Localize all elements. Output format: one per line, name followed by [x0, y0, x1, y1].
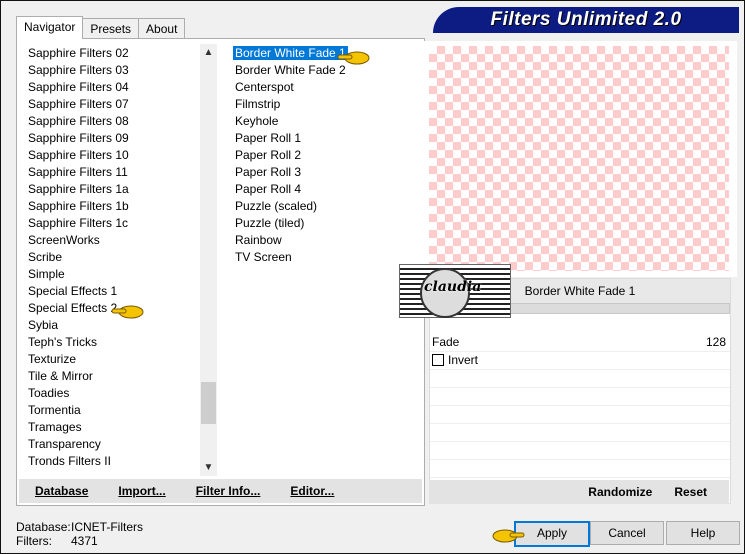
category-item[interactable]: ScreenWorks	[25, 232, 195, 249]
cancel-button[interactable]: Cancel	[590, 521, 664, 545]
fade-value[interactable]: 128	[706, 334, 726, 351]
filter-item[interactable]: Puzzle (tiled)	[232, 215, 417, 232]
category-item[interactable]: Teph's Tricks	[25, 334, 195, 351]
filter-item-selected[interactable]: Border White Fade 1	[232, 45, 417, 62]
empty-param-row	[430, 424, 730, 442]
filter-item-label: Border White Fade 1	[233, 46, 348, 60]
filter-item-label: Paper Roll 3	[235, 165, 302, 179]
navigator-panel: Sapphire Filters 02 Sapphire Filters 03 Sa…	[16, 38, 425, 506]
app-title: Filters Unlimited 2.0	[490, 9, 682, 30]
empty-param-row	[430, 442, 730, 460]
scroll-up-icon[interactable]: ▲	[200, 44, 217, 61]
category-item[interactable]: Sapphire Filters 04	[25, 79, 195, 96]
import-button[interactable]: Import...	[118, 484, 165, 498]
editor-button[interactable]: Editor...	[290, 484, 334, 498]
category-item[interactable]: Tormentia	[25, 402, 195, 419]
filter-item-label: Centerspot	[235, 80, 294, 94]
scroll-down-icon[interactable]: ▼	[200, 459, 217, 476]
scroll-thumb[interactable]	[201, 382, 216, 424]
filter-item[interactable]: TV Screen	[232, 249, 417, 266]
filter-item[interactable]: Keyhole	[232, 113, 417, 130]
fade-label: Fade	[432, 335, 460, 349]
filter-preview	[429, 46, 729, 271]
filter-list[interactable]: Border White Fade 1 Border White Fade 2 Ce…	[232, 45, 417, 266]
empty-param-row	[430, 370, 730, 388]
filter-item-label: Filmstrip	[235, 97, 281, 111]
pointing-hand-icon	[337, 51, 370, 65]
fade-row[interactable]: Fade 128	[430, 334, 730, 352]
invert-row[interactable]: Invert	[430, 352, 730, 370]
filter-item[interactable]: Centerspot	[232, 79, 417, 96]
filter-item-label: Paper Roll 4	[235, 182, 302, 196]
category-item[interactable]: Toadies	[25, 385, 195, 402]
filter-item[interactable]: Filmstrip	[232, 96, 417, 113]
filters-unlimited-window: Navigator Presets About Filters Unlimite…	[0, 0, 745, 554]
database-status-label: Database:	[16, 520, 71, 534]
title-banner: Filters Unlimited 2.0	[433, 7, 739, 33]
category-item[interactable]: Scribe	[25, 249, 195, 266]
filter-item-label: Border White Fade 2	[235, 63, 346, 77]
tab-strip: Navigator Presets About	[16, 16, 186, 39]
category-item[interactable]: Sapphire Filters 02	[25, 45, 195, 62]
filter-item[interactable]: Paper Roll 2	[232, 147, 417, 164]
category-item[interactable]: Transparency	[25, 436, 195, 453]
filters-status-value: 4371	[71, 534, 98, 548]
filter-item-label: Rainbow	[235, 233, 282, 247]
database-button[interactable]: Database	[35, 484, 88, 498]
filter-item[interactable]: Border White Fade 2	[232, 62, 417, 79]
category-item[interactable]: Tronds Filters II	[25, 453, 195, 470]
category-item[interactable]: Sapphire Filters 1c	[25, 215, 195, 232]
settings-button-bar: Randomize Reset	[429, 480, 729, 504]
category-scrollbar[interactable]: ▲ ▼	[200, 44, 217, 476]
filters-status-label: Filters:	[16, 534, 52, 548]
category-item[interactable]: Sapphire Filters 1a	[25, 181, 195, 198]
tab-about[interactable]: About	[138, 18, 186, 39]
invert-checkbox[interactable]	[432, 354, 444, 366]
category-item[interactable]: Tile & Mirror	[25, 368, 195, 385]
filter-item-label: Paper Roll 2	[235, 148, 302, 162]
category-item[interactable]: Special Effects 2	[25, 300, 195, 317]
pointing-hand-icon	[492, 529, 525, 543]
category-item[interactable]: Sapphire Filters 10	[25, 147, 195, 164]
filter-item[interactable]: Rainbow	[232, 232, 417, 249]
category-item[interactable]: Sapphire Filters 03	[25, 62, 195, 79]
category-item[interactable]: Simple	[25, 266, 195, 283]
empty-param-row	[430, 388, 730, 406]
category-item[interactable]: Sapphire Filters 09	[25, 130, 195, 147]
category-item[interactable]: Sapphire Filters 08	[25, 113, 195, 130]
claudia-logo: claudia	[399, 264, 511, 318]
category-item[interactable]: Sapphire Filters 1b	[25, 198, 195, 215]
filter-item-label: Keyhole	[235, 114, 279, 128]
filter-item-label: Puzzle (scaled)	[235, 199, 318, 213]
category-item[interactable]: Tramages	[25, 419, 195, 436]
filter-item-label: TV Screen	[235, 250, 292, 264]
category-item[interactable]: Sapphire Filters 11	[25, 164, 195, 181]
filter-info-button[interactable]: Filter Info...	[196, 484, 261, 498]
empty-param-row	[430, 460, 730, 478]
category-item[interactable]: Texturize	[25, 351, 195, 368]
category-list[interactable]: Sapphire Filters 02 Sapphire Filters 03 Sa…	[25, 45, 195, 470]
filter-item-label: Paper Roll 1	[235, 131, 302, 145]
logo-text: claudia	[424, 279, 482, 295]
invert-label: Invert	[448, 353, 479, 367]
tab-presets[interactable]: Presets	[82, 18, 140, 39]
status-area: Database: ICNET-Filters Filters: 4371	[16, 520, 143, 548]
filter-item[interactable]: Paper Roll 1	[232, 130, 417, 147]
apply-button[interactable]: Apply	[514, 521, 590, 547]
pointing-hand-icon	[111, 305, 144, 319]
filter-item[interactable]: Paper Roll 3	[232, 164, 417, 181]
help-button[interactable]: Help	[666, 521, 740, 545]
filter-item[interactable]: Paper Roll 4	[232, 181, 417, 198]
randomize-button[interactable]: Randomize	[588, 485, 652, 499]
database-status-value: ICNET-Filters	[71, 520, 143, 534]
filter-item[interactable]: Puzzle (scaled)	[232, 198, 417, 215]
reset-button[interactable]: Reset	[674, 485, 707, 499]
category-item[interactable]: Special Effects 1	[25, 283, 195, 300]
category-item[interactable]: Sapphire Filters 07	[25, 96, 195, 113]
category-item[interactable]: Sybia	[25, 317, 195, 334]
filter-item-label: Puzzle (tiled)	[235, 216, 305, 230]
tab-navigator[interactable]: Navigator	[16, 16, 84, 39]
empty-param-row	[430, 406, 730, 424]
navigator-button-bar: Database Import... Filter Info... Editor…	[19, 479, 422, 503]
